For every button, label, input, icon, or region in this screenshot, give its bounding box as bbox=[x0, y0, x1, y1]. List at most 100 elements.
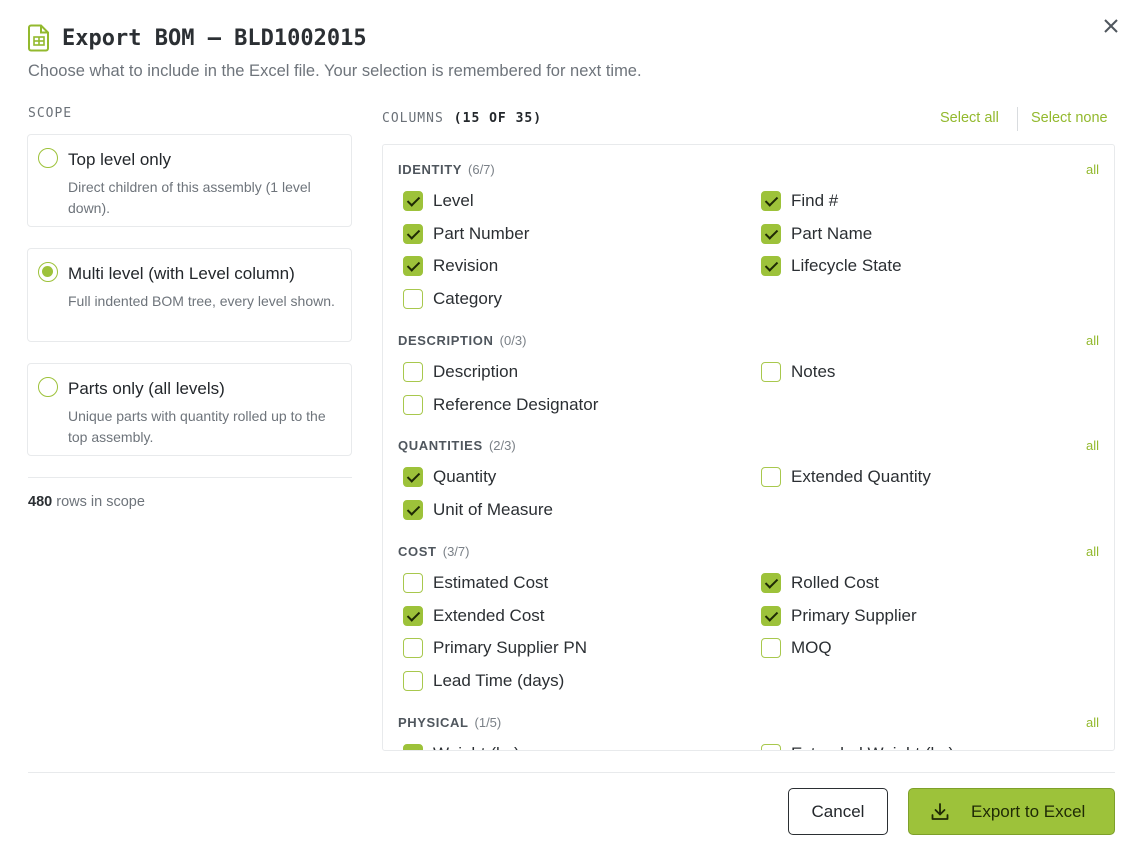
checkbox[interactable] bbox=[403, 289, 423, 310]
columns-list[interactable]: IDENTITY (6/7) all Level Find # Part Number P… bbox=[382, 144, 1115, 751]
scope-radio[interactable] bbox=[38, 262, 58, 282]
scope-option-description: Direct children of this assembly (1 leve… bbox=[68, 179, 311, 216]
checkbox[interactable] bbox=[403, 256, 423, 277]
checkbox[interactable] bbox=[761, 256, 781, 277]
checkbox[interactable] bbox=[403, 605, 423, 626]
column-checkbox-item[interactable]: Extended Weight (kg) bbox=[761, 744, 954, 750]
checkbox[interactable] bbox=[403, 499, 423, 520]
column-checkbox-item[interactable]: Weight (kg) bbox=[403, 744, 520, 750]
columns-section-label: COLUMNS (15 OF 35) bbox=[382, 111, 542, 126]
column-label: Weight (kg) bbox=[433, 744, 520, 750]
column-label: Part Name bbox=[791, 223, 873, 243]
column-label: Lead Time (days) bbox=[433, 671, 565, 691]
group-name: COST bbox=[398, 544, 437, 559]
spreadsheet-file-icon bbox=[28, 24, 49, 52]
column-checkbox-item[interactable]: Category bbox=[403, 289, 502, 310]
scope-section-label: SCOPE bbox=[28, 106, 73, 121]
checkbox[interactable] bbox=[403, 223, 423, 244]
scope-option-description: Unique parts with quantity rolled up to … bbox=[68, 408, 326, 445]
scope-option[interactable]: Top level only Direct children of this as… bbox=[27, 134, 352, 227]
column-checkbox-item[interactable]: Revision bbox=[403, 256, 499, 277]
column-checkbox-item[interactable]: Part Name bbox=[761, 223, 873, 244]
columns-label-text: COLUMNS bbox=[382, 111, 444, 126]
select-all-link[interactable]: Select all bbox=[940, 110, 999, 126]
select-none-link[interactable]: Select none bbox=[1031, 110, 1108, 126]
column-checkbox-item[interactable]: Primary Supplier PN bbox=[403, 638, 587, 659]
group-count: (0/3) bbox=[499, 333, 527, 348]
column-checkbox-item[interactable]: Extended Cost bbox=[403, 605, 545, 626]
dialog-title: Export BOM — BLD1002015 bbox=[62, 25, 367, 51]
divider bbox=[28, 772, 1115, 773]
checkbox[interactable] bbox=[403, 638, 423, 659]
column-checkbox-item[interactable]: Primary Supplier bbox=[761, 605, 917, 626]
column-checkbox-item[interactable]: Quantity bbox=[403, 467, 496, 487]
checkbox[interactable] bbox=[761, 638, 781, 659]
checkbox[interactable] bbox=[403, 191, 423, 211]
column-checkbox-item[interactable]: Part Number bbox=[403, 223, 529, 244]
column-checkbox-item[interactable]: Find # bbox=[761, 191, 838, 211]
group-name: PHYSICAL bbox=[398, 715, 469, 730]
cancel-button[interactable]: Cancel bbox=[788, 788, 888, 835]
column-label: Primary Supplier PN bbox=[433, 638, 587, 658]
group-count: (1/5) bbox=[474, 715, 502, 730]
column-checkbox-item[interactable]: Lead Time (days) bbox=[403, 671, 565, 692]
export-to-excel-button[interactable]: Export to Excel bbox=[908, 788, 1115, 835]
dialog-header: Export BOM — BLD1002015 bbox=[28, 24, 367, 52]
group-name: IDENTITY bbox=[398, 162, 462, 177]
group-title: COST (3/7) bbox=[398, 544, 469, 559]
divider bbox=[1017, 107, 1018, 131]
checkbox[interactable] bbox=[403, 394, 423, 415]
checkbox[interactable] bbox=[403, 467, 423, 487]
checkbox[interactable] bbox=[403, 362, 423, 382]
checkbox[interactable] bbox=[403, 744, 423, 750]
scope-option[interactable]: Multi level (with Level column) Full inde… bbox=[27, 248, 352, 342]
scope-option-title: Top level only bbox=[68, 150, 172, 169]
column-label: Unit of Measure bbox=[433, 499, 553, 519]
column-label: MOQ bbox=[791, 638, 832, 658]
download-icon bbox=[931, 802, 949, 820]
scope-option[interactable]: Parts only (all levels) Unique parts with… bbox=[27, 363, 352, 456]
scope-radio[interactable] bbox=[38, 377, 58, 397]
column-checkbox-item[interactable]: Description bbox=[403, 362, 518, 382]
close-icon[interactable] bbox=[1099, 14, 1123, 38]
column-checkbox-item[interactable]: Level bbox=[403, 191, 474, 211]
scope-radio[interactable] bbox=[38, 148, 58, 168]
column-label: Level bbox=[433, 191, 474, 210]
group-select-all-link[interactable]: all bbox=[1086, 438, 1099, 453]
group-select-all-link[interactable]: all bbox=[1086, 333, 1099, 348]
column-label: Quantity bbox=[433, 467, 497, 486]
checkbox[interactable] bbox=[761, 605, 781, 626]
column-checkbox-item[interactable]: Unit of Measure bbox=[403, 499, 553, 520]
checkbox[interactable] bbox=[403, 573, 423, 593]
group-select-all-link[interactable]: all bbox=[1086, 162, 1099, 177]
dialog-subtitle: Choose what to include in the Excel file… bbox=[28, 62, 642, 80]
checkbox[interactable] bbox=[761, 744, 781, 750]
checkbox[interactable] bbox=[403, 671, 423, 692]
column-label: Estimated Cost bbox=[433, 573, 549, 592]
checkbox[interactable] bbox=[761, 362, 781, 382]
column-checkbox-item[interactable]: Rolled Cost bbox=[761, 573, 879, 593]
group-name: DESCRIPTION bbox=[398, 333, 494, 348]
column-checkbox-item[interactable]: Lifecycle State bbox=[761, 256, 902, 277]
checkbox[interactable] bbox=[761, 223, 781, 244]
checkbox[interactable] bbox=[761, 467, 781, 487]
column-label: Primary Supplier bbox=[791, 605, 917, 625]
column-checkbox-item[interactable]: Extended Quantity bbox=[761, 467, 931, 487]
divider bbox=[28, 477, 352, 478]
column-checkbox-item[interactable]: Reference Designator bbox=[403, 394, 598, 415]
group-count: (2/3) bbox=[488, 438, 516, 453]
scope-option-description: Full indented BOM tree, every level show… bbox=[68, 293, 335, 309]
checkbox[interactable] bbox=[761, 191, 781, 211]
group-select-all-link[interactable]: all bbox=[1086, 715, 1099, 730]
column-label: Revision bbox=[433, 256, 499, 276]
column-checkbox-item[interactable]: Notes bbox=[761, 362, 835, 382]
column-checkbox-item[interactable]: MOQ bbox=[761, 638, 832, 659]
group-select-all-link[interactable]: all bbox=[1086, 544, 1099, 559]
columns-count: (15 OF 35) bbox=[453, 111, 543, 126]
group-title: IDENTITY (6/7) bbox=[398, 162, 495, 177]
column-label: Find # bbox=[791, 191, 839, 210]
column-checkbox-item[interactable]: Estimated Cost bbox=[403, 573, 548, 593]
column-label: Rolled Cost bbox=[791, 573, 879, 592]
checkbox[interactable] bbox=[761, 573, 781, 593]
rows-in-scope: 480 rows in scope bbox=[28, 494, 145, 510]
